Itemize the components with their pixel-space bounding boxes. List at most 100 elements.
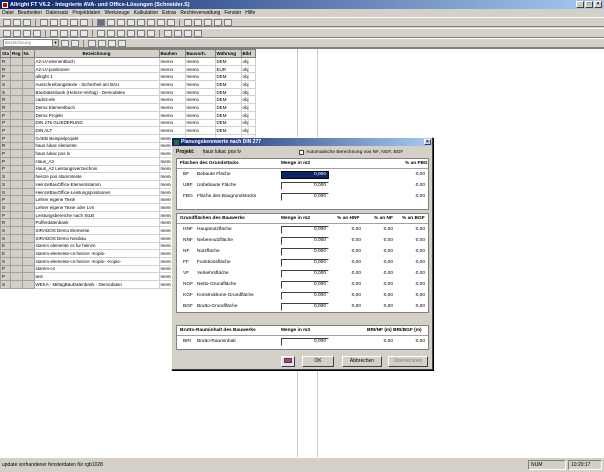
cell-reg[interactable] — [10, 87, 23, 97]
settings-icon[interactable] — [194, 29, 202, 37]
cell-nr[interactable] — [21, 279, 35, 289]
cell-nr[interactable] — [21, 256, 35, 266]
col-header-waehrung[interactable]: Währung — [214, 49, 242, 58]
cell-bezeichnung[interactable]: A2-LV-positionen — [33, 64, 160, 74]
redo-icon[interactable] — [60, 29, 68, 37]
cell-bauvorhaben[interactable]: memo — [184, 103, 216, 112]
undo-icon[interactable] — [50, 29, 58, 37]
cell-nr[interactable] — [21, 87, 35, 97]
cell-bezeichnung[interactable]: HeinzeBauOffice-Leistungspositionen — [33, 187, 160, 197]
bgf-input[interactable]: 0,000 — [281, 302, 329, 311]
cell-status[interactable]: R — [0, 218, 12, 228]
up-icon[interactable] — [97, 29, 105, 37]
cell-nr[interactable] — [21, 210, 35, 220]
underline-icon[interactable] — [108, 39, 116, 47]
calc-icon[interactable] — [127, 18, 135, 26]
col-header-bauherr[interactable]: Bauhen — [158, 49, 186, 58]
cell-bild[interactable]: obj — [240, 110, 256, 120]
italic-icon[interactable] — [98, 39, 106, 47]
cell-waehrung[interactable]: DEM — [214, 126, 242, 135]
cell-nr[interactable] — [21, 156, 35, 166]
delete-icon[interactable] — [80, 29, 88, 37]
cut-icon[interactable] — [60, 18, 68, 26]
cell-reg[interactable] — [10, 103, 23, 112]
minimize-button[interactable]: _ — [576, 1, 584, 8]
cell-status[interactable]: P — [0, 149, 12, 158]
cell-bauherr[interactable]: memo — [158, 95, 186, 105]
cell-reg[interactable] — [10, 149, 23, 158]
cell-bild[interactable]: obj — [240, 126, 256, 135]
cell-bauvorhaben[interactable]: memo — [184, 80, 216, 89]
table-row[interactable]: P DIN ALT memo memo DEM obj — [0, 126, 256, 135]
close-button[interactable]: × — [594, 1, 602, 8]
cell-bauherr[interactable]: memo — [158, 103, 186, 112]
cell-status[interactable]: R — [0, 57, 12, 66]
cell-bild[interactable]: obj — [240, 118, 256, 128]
calculator-button[interactable] — [281, 356, 295, 367]
cell-status[interactable]: R — [0, 141, 12, 151]
cell-status[interactable]: S — [0, 226, 12, 235]
unmark-icon[interactable] — [174, 29, 182, 37]
cell-bauvorhaben[interactable]: memo — [184, 72, 216, 82]
fbg-input[interactable]: 0,000 — [281, 192, 329, 201]
cell-bezeichnung[interactable]: DIN ALT — [33, 126, 160, 135]
cell-reg[interactable] — [10, 218, 23, 228]
cell-bezeichnung[interactable]: A2-LV-elementbuch — [33, 57, 160, 66]
cell-bezeichnung[interactable]: SIRADOS Demo Elemente — [33, 226, 160, 235]
left-icon[interactable] — [117, 29, 125, 37]
paste-icon[interactable] — [80, 18, 88, 26]
maximize-button[interactable]: □ — [585, 1, 593, 8]
table-row[interactable]: R A2-LV-elementbuch memo memo DEM obj — [0, 57, 256, 66]
menu-bearbeiten[interactable]: Bearbeiten — [18, 10, 42, 16]
menu-kalkulation[interactable]: Kalkulation — [134, 10, 158, 16]
cell-status[interactable]: S — [0, 172, 12, 181]
cell-reg[interactable] — [10, 241, 23, 251]
down-icon[interactable] — [107, 29, 115, 37]
cell-reg[interactable] — [10, 110, 23, 120]
cell-status[interactable]: P — [0, 126, 12, 135]
cell-waehrung[interactable]: DEM — [214, 110, 242, 120]
chevron-down-icon[interactable]: ▾ — [52, 40, 58, 46]
cell-nr[interactable] — [21, 103, 35, 112]
cell-nr[interactable] — [21, 141, 35, 151]
cell-reg[interactable] — [10, 210, 23, 220]
cell-nr[interactable] — [21, 233, 35, 243]
table-row[interactable]: P DIN 276 GLIEDERUNG memo memo DEM obj — [0, 118, 256, 128]
cell-bezeichnung[interactable]: stamm-elemente-cs-heinze -Kopie- -Kopie- — [33, 256, 160, 266]
cell-status[interactable]: R — [0, 95, 12, 105]
cell-nr[interactable] — [21, 57, 35, 66]
cancel-button[interactable]: Abbrechen — [342, 356, 382, 367]
cell-nr[interactable] — [21, 172, 35, 181]
bold-icon[interactable] — [88, 39, 96, 47]
field-combo[interactable]: Bezeichnung ▾ — [3, 39, 59, 47]
ubf-input[interactable]: 0,000 — [281, 181, 329, 190]
table-icon[interactable] — [107, 18, 115, 26]
cell-bauherr[interactable]: memo — [158, 110, 186, 120]
cell-bezeichnung[interactable]: WEKA - MittagBauDatenbank - Demodaten — [33, 279, 160, 289]
cell-reg[interactable] — [10, 203, 23, 212]
cell-bezeichnung[interactable]: Demo Elementbuch — [33, 103, 160, 112]
cell-nr[interactable] — [21, 264, 35, 274]
col-header-bild[interactable]: Bild — [240, 49, 256, 58]
table-row[interactable]: P Demo Projekt memo memo DEM obj — [0, 110, 256, 120]
cell-waehrung[interactable]: DEM — [214, 118, 242, 128]
cell-nr[interactable] — [21, 195, 35, 205]
cell-status[interactable]: S — [0, 279, 12, 289]
cell-nr[interactable] — [21, 80, 35, 89]
cell-nr[interactable] — [21, 118, 35, 128]
bf-input[interactable]: 0,000 — [281, 170, 329, 179]
hnf-input[interactable]: 0,000 — [281, 225, 329, 234]
list-icon[interactable] — [147, 18, 155, 26]
cell-bezeichnung[interactable]: cads3-ele — [33, 95, 160, 105]
open-icon[interactable] — [13, 18, 21, 26]
cell-waehrung[interactable]: DEM — [214, 72, 242, 82]
table-row[interactable]: Pallright 1 memo memo DEM obj — [0, 72, 256, 82]
expand-icon[interactable] — [137, 29, 145, 37]
save-icon[interactable] — [23, 18, 31, 26]
cell-reg[interactable] — [10, 195, 23, 205]
cell-status[interactable]: S — [0, 187, 12, 197]
cell-bezeichnung[interactable]: heinze pos stammtexte — [33, 172, 160, 181]
cell-bild[interactable]: obj — [240, 103, 256, 112]
chart-icon[interactable] — [137, 18, 145, 26]
cell-bezeichnung[interactable]: DIN 276 GLIEDERUNG — [33, 118, 160, 128]
